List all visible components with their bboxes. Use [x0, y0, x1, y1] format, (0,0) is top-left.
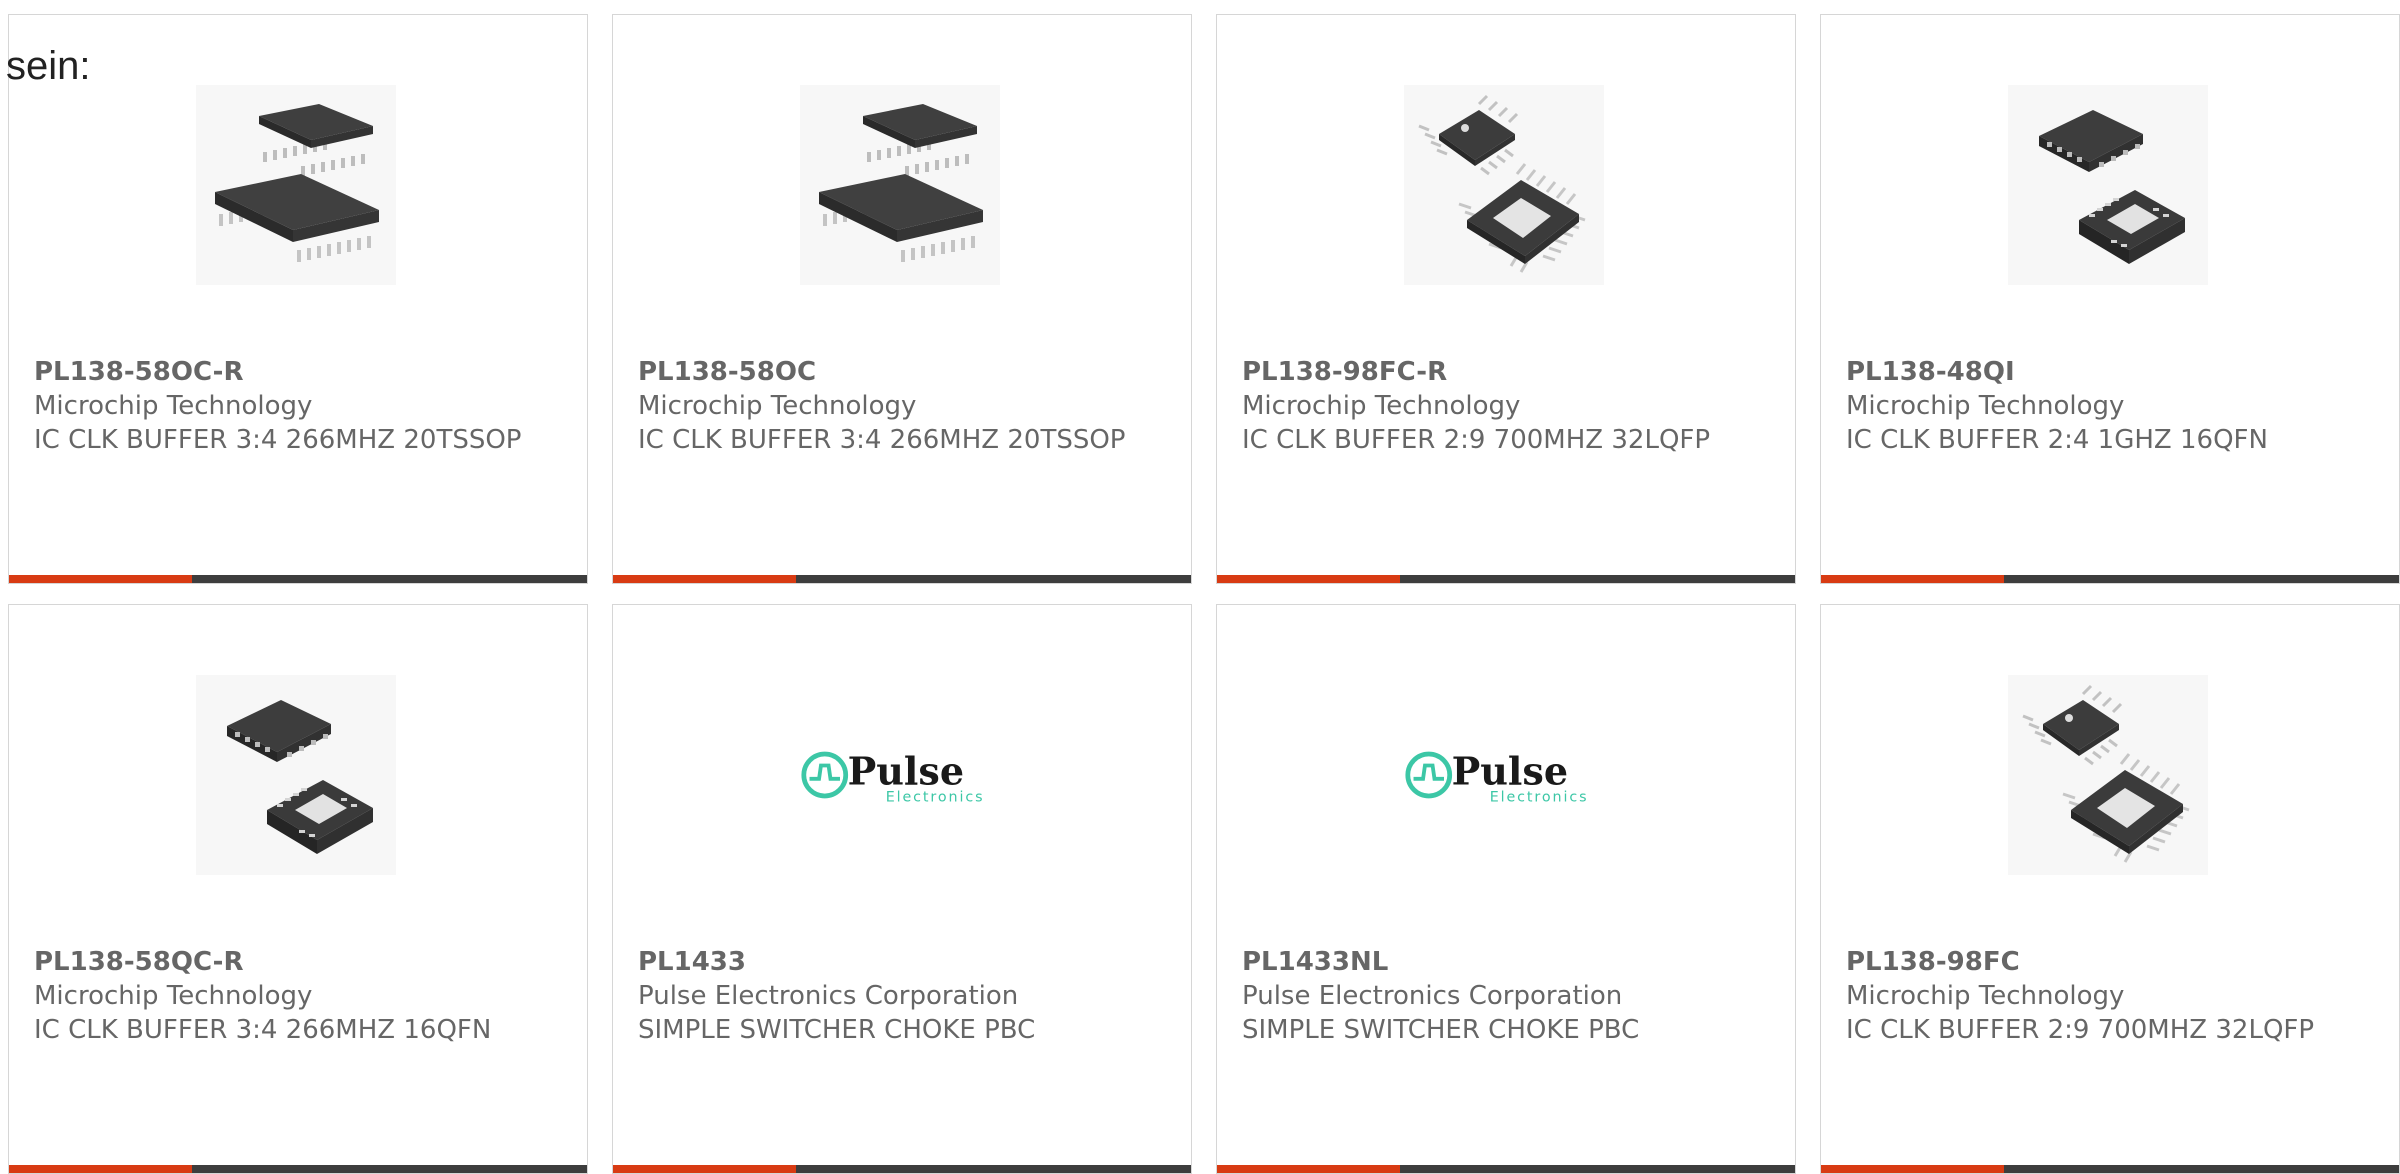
accent-bar-dark [1400, 1165, 1795, 1173]
product-card[interactable]: PL138-58OC-R Microchip Technology IC CLK… [8, 14, 588, 584]
product-card[interactable]: PL138-98FC Microchip Technology IC CLK B… [1820, 604, 2400, 1174]
manufacturer-name: Microchip Technology [1242, 391, 1521, 421]
svg-text:Electronics: Electronics [886, 790, 985, 806]
product-info: PL138-58OC-R Microchip Technology IC CLK… [34, 355, 567, 457]
product-image[interactable] [196, 675, 396, 875]
accent-bar-orange [9, 1165, 192, 1173]
svg-text:Pulse: Pulse [848, 749, 964, 794]
product-info: PL138-48QI Microchip Technology IC CLK B… [1846, 355, 2379, 457]
accent-bar-orange [9, 575, 192, 583]
card-accent-bar [9, 1165, 587, 1173]
product-image[interactable] [196, 85, 396, 285]
manufacturer-name: Microchip Technology [34, 981, 313, 1011]
product-info: PL138-58OC Microchip Technology IC CLK B… [638, 355, 1171, 457]
product-card[interactable]: PL138-48QI Microchip Technology IC CLK B… [1820, 14, 2400, 584]
part-number-link[interactable]: PL138-48QI [1846, 355, 2379, 389]
product-card[interactable]: Pulse Electronics PL1433NL Pulse Electro… [1216, 604, 1796, 1174]
svg-text:Electronics: Electronics [1490, 790, 1589, 806]
product-info: PL1433 Pulse Electronics Corporation SIM… [638, 945, 1171, 1047]
manufacturer-name: Microchip Technology [638, 391, 917, 421]
manufacturer-name: Microchip Technology [34, 391, 313, 421]
card-accent-bar [9, 575, 587, 583]
accent-bar-dark [192, 1165, 587, 1173]
accent-bar-dark [796, 1165, 1191, 1173]
product-description: IC CLK BUFFER 2:9 700MHZ 32LQFP [1846, 1015, 2315, 1045]
product-grid: PL138-58OC-R Microchip Technology IC CLK… [8, 14, 2400, 1174]
accent-bar-dark [1400, 575, 1795, 583]
product-description: IC CLK BUFFER 3:4 266MHZ 20TSSOP [638, 425, 1126, 455]
product-image[interactable]: Pulse Electronics [1404, 675, 1604, 875]
tssop-chip-icon [819, 104, 983, 262]
product-info: PL138-58QC-R Microchip Technology IC CLK… [34, 945, 567, 1047]
product-image[interactable] [1404, 85, 1604, 285]
card-accent-bar [613, 575, 1191, 583]
card-accent-bar [1217, 1165, 1795, 1173]
product-info: PL1433NL Pulse Electronics Corporation S… [1242, 945, 1775, 1047]
product-card[interactable]: Pulse Electronics PL1433 Pulse Electroni… [612, 604, 1192, 1174]
qfn-chip-icon [227, 700, 373, 854]
product-image[interactable] [2008, 675, 2208, 875]
product-info: PL138-98FC-R Microchip Technology IC CLK… [1242, 355, 1775, 457]
svg-text:Pulse: Pulse [1452, 749, 1568, 794]
accent-bar-dark [2004, 575, 2399, 583]
lqfp-chip-icon [1418, 94, 1586, 273]
part-number-link[interactable]: PL1433NL [1242, 945, 1775, 979]
accent-bar-dark [2004, 1165, 2399, 1173]
product-description: IC CLK BUFFER 3:4 266MHZ 16QFN [34, 1015, 492, 1045]
qfn-chip-icon [2039, 110, 2185, 264]
tssop-chip-icon [215, 104, 379, 262]
product-info: PL138-98FC Microchip Technology IC CLK B… [1846, 945, 2379, 1047]
accent-bar-orange [1821, 575, 2004, 583]
product-description: SIMPLE SWITCHER CHOKE PBC [638, 1015, 1036, 1045]
manufacturer-name: Pulse Electronics Corporation [638, 981, 1019, 1011]
accent-bar-orange [1217, 1165, 1400, 1173]
pulse-electronics-logo: Pulse Electronics [801, 749, 985, 806]
product-image[interactable] [800, 85, 1000, 285]
part-number-link[interactable]: PL138-98FC-R [1242, 355, 1775, 389]
lqfp-chip-icon [2022, 684, 2190, 863]
accent-bar-orange [613, 575, 796, 583]
product-card[interactable]: PL138-98FC-R Microchip Technology IC CLK… [1216, 14, 1796, 584]
manufacturer-name: Pulse Electronics Corporation [1242, 981, 1623, 1011]
accent-bar-orange [613, 1165, 796, 1173]
part-number-link[interactable]: PL138-98FC [1846, 945, 2379, 979]
product-card[interactable]: PL138-58OC Microchip Technology IC CLK B… [612, 14, 1192, 584]
part-number-link[interactable]: PL138-58OC [638, 355, 1171, 389]
part-number-link[interactable]: PL138-58OC-R [34, 355, 567, 389]
part-number-link[interactable]: PL1433 [638, 945, 1171, 979]
accent-bar-orange [1217, 575, 1400, 583]
accent-bar-orange [1821, 1165, 2004, 1173]
product-description: IC CLK BUFFER 2:9 700MHZ 32LQFP [1242, 425, 1711, 455]
product-description: IC CLK BUFFER 3:4 266MHZ 20TSSOP [34, 425, 522, 455]
product-image[interactable]: Pulse Electronics [800, 675, 1000, 875]
accent-bar-dark [192, 575, 587, 583]
part-number-link[interactable]: PL138-58QC-R [34, 945, 567, 979]
pulse-electronics-logo: Pulse Electronics [1405, 749, 1589, 806]
product-card[interactable]: PL138-58QC-R Microchip Technology IC CLK… [8, 604, 588, 1174]
accent-bar-dark [796, 575, 1191, 583]
intro-text: sein: [6, 44, 91, 88]
manufacturer-name: Microchip Technology [1846, 391, 2125, 421]
card-accent-bar [1821, 575, 2399, 583]
card-accent-bar [1821, 1165, 2399, 1173]
product-description: IC CLK BUFFER 2:4 1GHZ 16QFN [1846, 425, 2268, 455]
product-description: SIMPLE SWITCHER CHOKE PBC [1242, 1015, 1640, 1045]
manufacturer-name: Microchip Technology [1846, 981, 2125, 1011]
card-accent-bar [1217, 575, 1795, 583]
card-accent-bar [613, 1165, 1191, 1173]
product-image[interactable] [2008, 85, 2208, 285]
